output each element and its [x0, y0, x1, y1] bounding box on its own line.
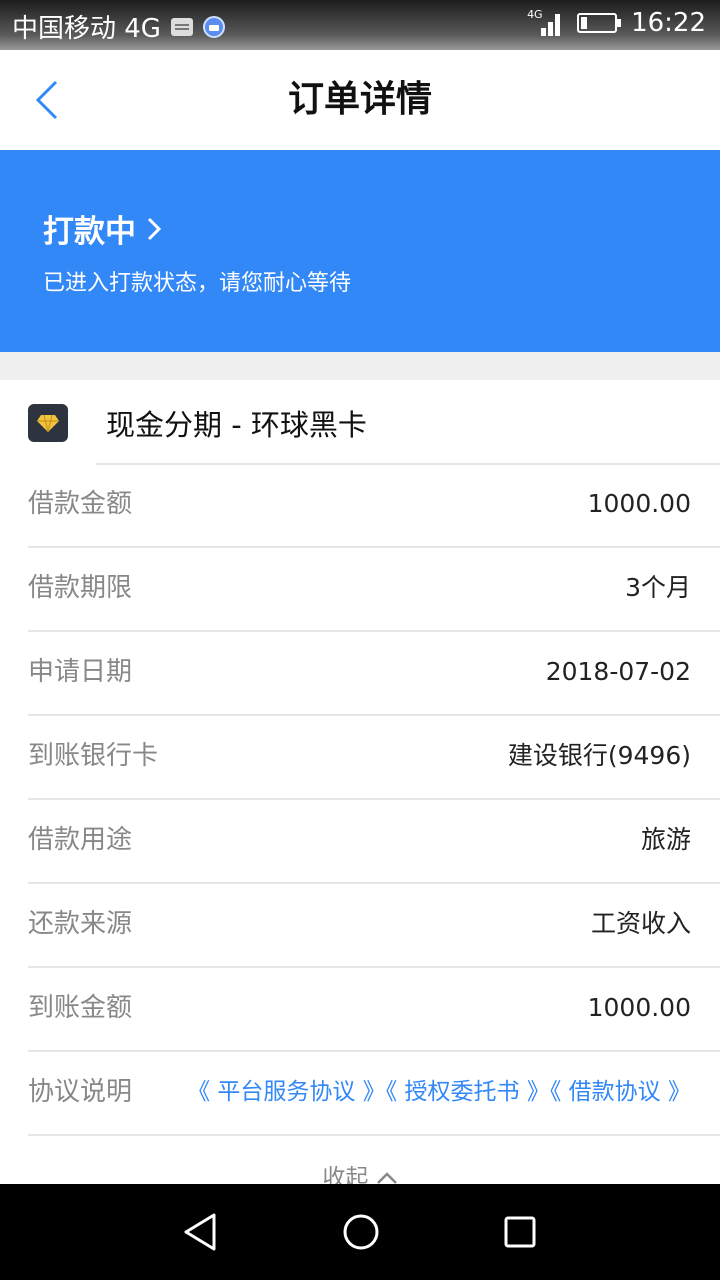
back-triangle-icon [184, 1213, 216, 1251]
detail-value: 旅游 [640, 825, 691, 854]
status-bar: 中国移动 4G 4G 16:22 [0, 0, 720, 50]
detail-value: 2018-07-02 [545, 657, 691, 686]
detail-row-received-amount: 到账金额 1000.00 [28, 968, 720, 1052]
diamond-icon [37, 414, 59, 433]
detail-label: 到账银行卡 [28, 741, 159, 771]
detail-value: 建设银行(9496) [507, 741, 691, 770]
agreement-link-loan[interactable]: 《 借款协议 》 [550, 1079, 691, 1105]
battery-icon [577, 13, 622, 33]
detail-label: 申请日期 [28, 657, 133, 687]
chevron-up-icon [376, 1172, 397, 1184]
agreement-links: 《 平台服务协议 》《 授权委托书 》《 借款协议 》 [187, 1052, 691, 1132]
system-recents-button[interactable] [500, 1212, 540, 1252]
status-subtitle: 已进入打款状态，请您耐心等待 [43, 271, 352, 296]
system-home-button[interactable] [341, 1212, 381, 1252]
detail-row-apply-date: 申请日期 2018-07-02 [28, 632, 720, 716]
status-bar-left: 中国移动 4G [12, 8, 225, 45]
system-nav-bar [0, 1184, 720, 1280]
status-title: 打款中 [43, 214, 136, 250]
status-bar-right: 4G 16:22 [527, 8, 706, 38]
chevron-right-icon [147, 217, 162, 240]
detail-row-loan-term: 借款期限 3个月 [28, 548, 720, 632]
detail-label: 还款来源 [28, 909, 133, 939]
agreement-link-platform-service[interactable]: 《 平台服务协议 》 [187, 1079, 386, 1105]
detail-row-loan-amount: 借款金额 1000.00 [28, 464, 720, 548]
detail-label: 协议说明 [28, 1077, 133, 1107]
detail-row-bank-card: 到账银行卡 建设银行(9496) [28, 716, 720, 800]
product-name: 现金分期 - 环球黑卡 [106, 408, 367, 442]
detail-label: 借款金额 [28, 489, 133, 519]
home-circle-icon [343, 1214, 379, 1250]
detail-value: 工资收入 [590, 909, 691, 938]
signal-icon: 4G [527, 8, 563, 36]
back-button[interactable] [22, 75, 72, 125]
status-link[interactable]: 打款中 [43, 206, 162, 251]
detail-value: 3个月 [625, 573, 691, 602]
detail-value: 1000.00 [587, 993, 691, 1022]
detail-label: 借款期限 [28, 573, 133, 603]
page-title: 订单详情 [287, 79, 432, 120]
detail-label: 借款用途 [28, 825, 133, 855]
detail-row-repayment-source: 还款来源 工资收入 [28, 884, 720, 968]
system-back-button[interactable] [180, 1212, 220, 1252]
agreement-link-authorization[interactable]: 《 授权委托书 》 [386, 1079, 550, 1105]
detail-label: 到账金额 [28, 993, 133, 1023]
collapse-label: 收起 [322, 1165, 369, 1184]
message-icon [170, 17, 193, 36]
nav-bar: 订单详情 [0, 50, 720, 150]
product-header: 现金分期 - 环球黑卡 [0, 380, 720, 465]
product-logo [28, 404, 68, 442]
detail-value: 1000.00 [587, 489, 691, 518]
chevron-left-icon [35, 80, 58, 120]
order-detail-card: 现金分期 - 环球黑卡 借款金额 1000.00 借款期限 3个月 申请日期 2… [0, 380, 720, 1184]
recents-square-icon [504, 1216, 536, 1248]
detail-row-agreements: 协议说明 《 平台服务协议 》《 授权委托书 》《 借款协议 》 [28, 1052, 720, 1136]
app-notification-icon [202, 15, 225, 38]
status-banner: 打款中 已进入打款状态，请您耐心等待 [0, 150, 720, 352]
network-type-label: 4G [527, 8, 543, 21]
carrier-text: 中国移动 4G [12, 14, 161, 44]
detail-row-loan-purpose: 借款用途 旅游 [28, 800, 720, 884]
collapse-button[interactable]: 收起 [0, 1158, 720, 1184]
clock: 16:22 [631, 8, 706, 38]
